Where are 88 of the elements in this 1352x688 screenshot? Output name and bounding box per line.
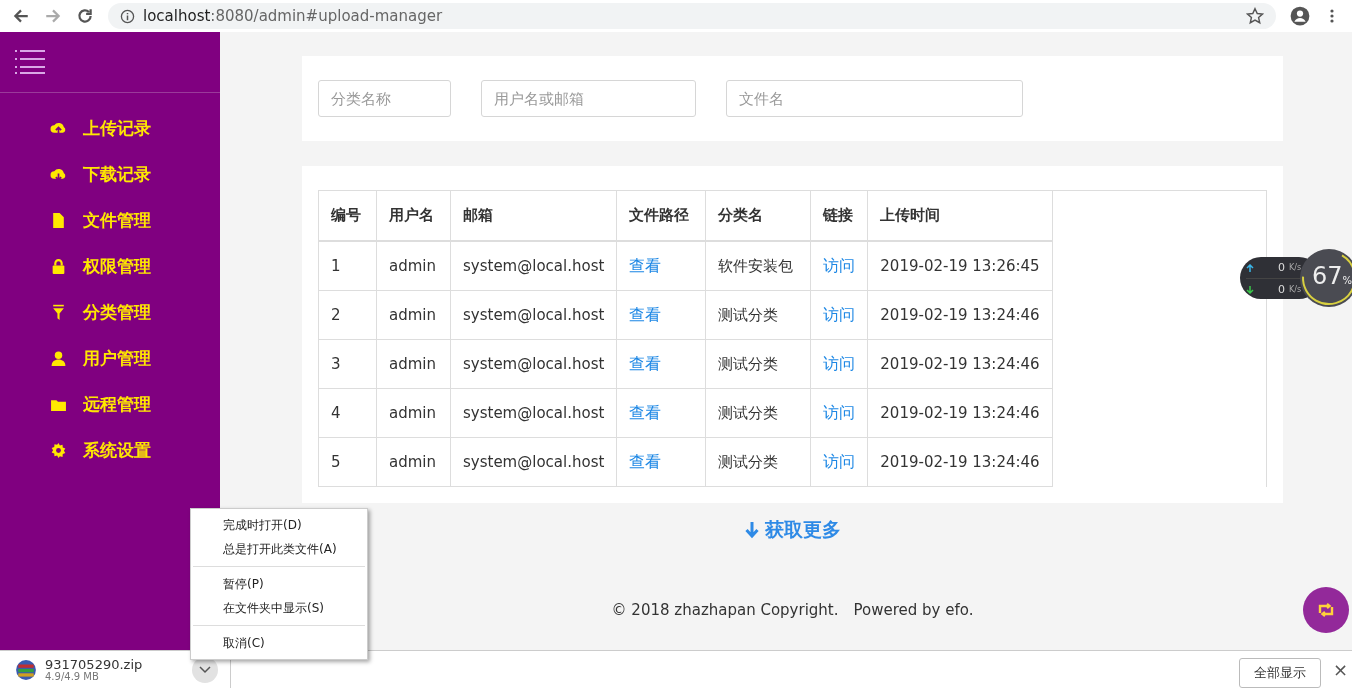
file-icon — [50, 211, 67, 229]
close-button[interactable]: × — [1332, 659, 1348, 680]
archive-file-icon — [15, 658, 37, 681]
menu-item[interactable]: 总是打开此类文件(A) — [191, 537, 367, 561]
chevron-down-icon — [199, 665, 211, 674]
sidebar-item[interactable]: 文件管理 — [0, 197, 220, 243]
search-field[interactable]: 文件名 — [726, 80, 1023, 117]
table-cell: 测试分类 — [705, 339, 811, 389]
footer-text: © 2018 zhazhapan Copyright. Powered by efo. — [611, 601, 974, 619]
upload-speed: 0 — [1278, 261, 1285, 274]
sidebar-item[interactable]: 上传记录 — [0, 105, 220, 151]
sidebar-item[interactable]: 系统设置 — [0, 427, 220, 473]
table-cell: 2019-02-19 13:24:46 — [867, 290, 1053, 340]
usage-gauge — [1300, 249, 1352, 307]
file-size: 4.9/4.9 MB — [45, 672, 99, 682]
table-cell: 4 — [319, 388, 377, 438]
filter-icon — [50, 303, 67, 321]
sidebar-item[interactable]: 用户管理 — [0, 335, 220, 381]
account-icon[interactable] — [1290, 6, 1310, 26]
star-icon[interactable] — [1246, 7, 1264, 25]
search-field[interactable]: 用户名或邮箱 — [481, 80, 696, 117]
column-header: 上传时间 — [867, 191, 1053, 241]
table-cell: system@local.host — [450, 241, 617, 291]
table-link[interactable]: 查看 — [629, 353, 662, 373]
table-cell: system@local.host — [450, 290, 617, 340]
repeat-icon — [1317, 603, 1335, 617]
table-cell: 2019-02-19 13:24:46 — [867, 437, 1053, 487]
settings-icon — [50, 441, 67, 459]
table-cell: admin — [376, 290, 451, 340]
search-field[interactable]: 分类名称 — [318, 80, 451, 117]
table-cell: admin — [376, 388, 451, 438]
table-cell: 3 — [319, 339, 377, 389]
user-icon — [50, 349, 67, 367]
info-icon — [120, 8, 135, 24]
column-header: 用户名 — [376, 191, 451, 241]
menu-item[interactable]: 取消(C) — [191, 631, 367, 655]
lock-icon — [50, 257, 67, 275]
column-header: 邮箱 — [450, 191, 617, 241]
reload-icon[interactable] — [76, 7, 94, 25]
arrow-down-icon — [744, 521, 759, 539]
table-link[interactable]: 查看 — [629, 255, 662, 275]
table-link[interactable]: 查看 — [629, 402, 662, 422]
table-cell: admin — [376, 241, 451, 291]
column-header: 编号 — [319, 191, 377, 241]
download-speed: 0 — [1278, 283, 1285, 296]
file-name: 931705290.zip — [45, 657, 143, 672]
table-cell: 2019-02-19 13:26:45 — [867, 241, 1053, 291]
menu-item[interactable]: 在文件夹中显示(S) — [191, 596, 367, 620]
table-link[interactable]: 访问 — [823, 402, 856, 422]
table-cell: 1 — [319, 241, 377, 291]
table-cell: 2019-02-19 13:24:46 — [867, 339, 1053, 389]
column-header: 分类名 — [705, 191, 811, 241]
menu-icon[interactable] — [15, 49, 45, 75]
upload-arrow-icon — [1246, 263, 1254, 272]
table-cell: 2019-02-19 13:24:46 — [867, 388, 1053, 438]
cpu-percent: 67% — [1312, 262, 1352, 290]
sidebar-item[interactable]: 远程管理 — [0, 381, 220, 427]
table-cell: 测试分类 — [705, 388, 811, 438]
table-cell: 测试分类 — [705, 290, 811, 340]
table-cell: admin — [376, 339, 451, 389]
speed-unit: K/s — [1289, 285, 1302, 294]
menu-item[interactable]: 完成时打开(D) — [191, 513, 367, 537]
table-link[interactable]: 访问 — [823, 255, 856, 275]
table-link[interactable]: 查看 — [629, 451, 662, 471]
table-link[interactable]: 访问 — [823, 304, 856, 324]
table-cell: 2 — [319, 290, 377, 340]
sidebar-item[interactable]: 分类管理 — [0, 289, 220, 335]
back-icon[interactable] — [12, 7, 30, 25]
table-cell: system@local.host — [450, 339, 617, 389]
address-bar[interactable]: localhost:8080/admin#upload-manager — [108, 3, 1276, 29]
show-all-button[interactable]: 全部显示 — [1238, 657, 1321, 688]
table-cell: system@local.host — [450, 437, 617, 487]
sidebar-item[interactable]: 权限管理 — [0, 243, 220, 289]
table-cell: admin — [376, 437, 451, 487]
table-link[interactable]: 查看 — [629, 304, 662, 324]
download-arrow-icon — [1246, 285, 1254, 294]
speed-unit: K/s — [1289, 263, 1302, 272]
table-cell: 5 — [319, 437, 377, 487]
table-link[interactable]: 访问 — [823, 451, 856, 471]
table-cell: system@local.host — [450, 388, 617, 438]
url-text[interactable]: localhost:8080/admin#upload-manager — [143, 7, 443, 25]
table-cell: 测试分类 — [705, 437, 811, 487]
column-header: 文件路径 — [616, 191, 706, 241]
sidebar-item[interactable]: 下载记录 — [0, 151, 220, 197]
menu-item[interactable]: 暂停(P) — [191, 572, 367, 596]
table-cell: 软件安装包 — [705, 241, 811, 291]
column-header: 链接 — [810, 191, 868, 241]
table-link[interactable]: 访问 — [823, 353, 856, 373]
